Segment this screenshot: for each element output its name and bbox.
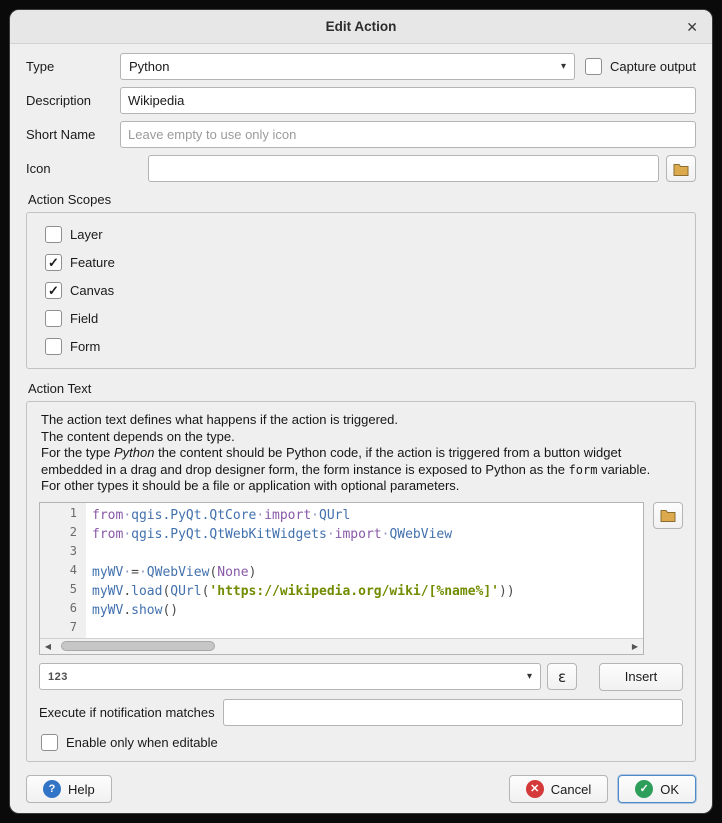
enable-editable-checkbox[interactable]	[41, 734, 58, 751]
scope-form-label: Form	[70, 339, 100, 354]
scrollbar-thumb[interactable]	[61, 641, 215, 651]
scope-form[interactable]: Form	[45, 338, 677, 355]
scope-field-checkbox[interactable]	[45, 310, 62, 327]
code-area[interactable]: from·qgis.PyQt.QtCore·import·QUrlfrom·qg…	[86, 503, 643, 638]
scope-field-label: Field	[70, 311, 98, 326]
icon-browse-button[interactable]	[666, 155, 696, 182]
type-combobox[interactable]: Python ▾	[120, 53, 575, 80]
short-name-label: Short Name	[26, 127, 120, 142]
button-box: ? Help ✕ Cancel ✓ OK	[26, 766, 696, 803]
type-combobox-value: Python	[129, 59, 169, 74]
description-input[interactable]	[120, 87, 696, 114]
chevron-down-icon: ▾	[521, 672, 532, 682]
action-scopes-frame: Layer ✓ Feature ✓ Canvas Field Form	[26, 212, 696, 369]
enable-editable-label: Enable only when editable	[66, 735, 218, 750]
help-button[interactable]: ? Help	[26, 775, 112, 803]
code-editor-main: 1234567 from·qgis.PyQt.QtCore·import·QUr…	[40, 503, 643, 638]
scope-layer[interactable]: Layer	[45, 226, 677, 243]
action-scopes-title: Action Scopes	[28, 192, 696, 207]
action-text-group: Action Text The action text defines what…	[26, 378, 696, 762]
edit-action-dialog: Edit Action ✕ Type Python ▾ Capture outp…	[10, 10, 712, 813]
type-label: Type	[26, 59, 120, 74]
cancel-icon: ✕	[526, 780, 544, 798]
notification-input[interactable]	[223, 699, 683, 726]
action-text-title: Action Text	[28, 381, 696, 396]
epsilon-icon: ε	[558, 668, 566, 686]
help-button-label: Help	[68, 782, 95, 797]
short-name-input[interactable]	[120, 121, 696, 148]
code-editor[interactable]: 1234567 from·qgis.PyQt.QtCore·import·QUr…	[39, 502, 644, 655]
description-label: Description	[26, 93, 120, 108]
action-text-frame: The action text defines what happens if …	[26, 401, 696, 762]
short-name-row: Short Name	[26, 121, 696, 148]
notification-row: Execute if notification matches	[39, 699, 683, 726]
help-icon: ?	[43, 780, 61, 798]
icon-path-input[interactable]	[148, 155, 659, 182]
line-numbers: 1234567	[40, 503, 86, 638]
icon-label: Icon	[26, 161, 120, 176]
chevron-down-icon: ▾	[555, 62, 566, 72]
horizontal-scrollbar[interactable]: ◀ ▶	[40, 638, 643, 654]
scope-feature-checkbox[interactable]: ✓	[45, 254, 62, 271]
scope-feature-label: Feature	[70, 255, 115, 270]
cancel-button-label: Cancel	[551, 782, 591, 797]
enable-editable-row[interactable]: Enable only when editable	[41, 734, 681, 751]
variable-combobox-value: 123	[48, 671, 68, 683]
load-code-from-file-button[interactable]	[653, 502, 683, 529]
capture-output-label: Capture output	[610, 59, 696, 74]
folder-icon	[673, 162, 689, 176]
folder-icon	[660, 508, 676, 522]
insert-button[interactable]: Insert	[599, 663, 683, 691]
code-editor-row: 1234567 from·qgis.PyQt.QtCore·import·QUr…	[39, 502, 683, 655]
capture-output-checkbox[interactable]: Capture output	[585, 58, 696, 75]
cancel-button[interactable]: ✕ Cancel	[509, 775, 608, 803]
scope-feature[interactable]: ✓ Feature	[45, 254, 677, 271]
capture-output-checkbox-box[interactable]	[585, 58, 602, 75]
title-bar[interactable]: Edit Action ✕	[10, 10, 712, 44]
icon-row: Icon	[26, 155, 696, 182]
action-scopes-group: Action Scopes Layer ✓ Feature ✓ Canvas F…	[26, 189, 696, 369]
scope-form-checkbox[interactable]	[45, 338, 62, 355]
type-row: Type Python ▾ Capture output	[26, 53, 696, 80]
scope-canvas-label: Canvas	[70, 283, 114, 298]
scope-canvas[interactable]: ✓ Canvas	[45, 282, 677, 299]
scroll-right-arrow-icon[interactable]: ▶	[627, 639, 643, 654]
dialog-content: Type Python ▾ Capture output Description…	[10, 44, 712, 813]
scope-layer-label: Layer	[70, 227, 103, 242]
insert-row: 123 ▾ ε Insert	[39, 663, 683, 691]
scrollbar-track[interactable]	[56, 639, 627, 654]
variable-combobox[interactable]: 123 ▾	[39, 663, 541, 690]
expression-builder-button[interactable]: ε	[547, 663, 577, 690]
action-help-text: The action text defines what happens if …	[41, 412, 681, 495]
ok-icon: ✓	[635, 780, 653, 798]
scroll-left-arrow-icon[interactable]: ◀	[40, 639, 56, 654]
window-title: Edit Action	[326, 19, 397, 34]
description-row: Description	[26, 87, 696, 114]
ok-button[interactable]: ✓ OK	[618, 775, 696, 803]
notification-label: Execute if notification matches	[39, 705, 215, 720]
scope-canvas-checkbox[interactable]: ✓	[45, 282, 62, 299]
ok-button-label: OK	[660, 782, 679, 797]
close-icon[interactable]: ✕	[686, 20, 698, 34]
scope-field[interactable]: Field	[45, 310, 677, 327]
scope-layer-checkbox[interactable]	[45, 226, 62, 243]
